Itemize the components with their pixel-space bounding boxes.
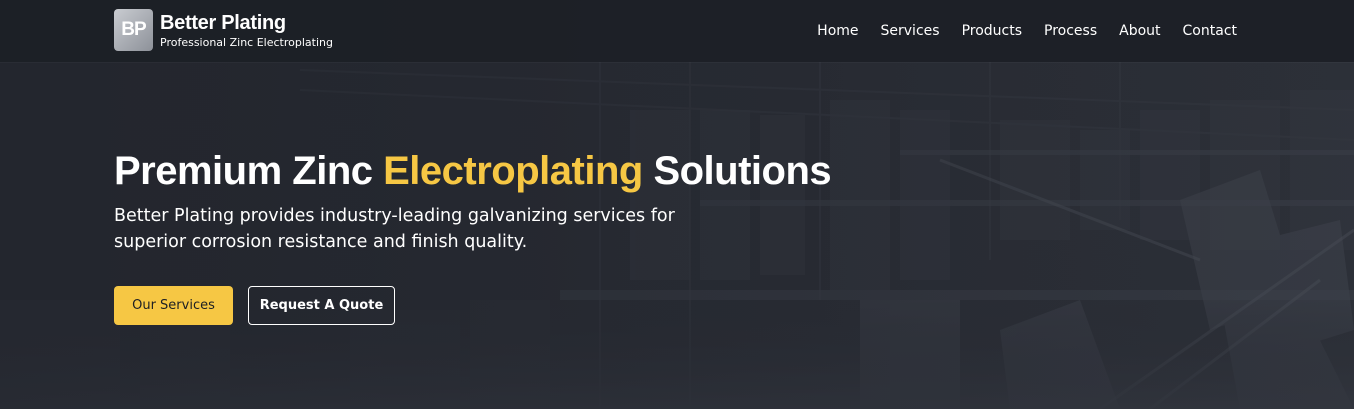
nav-item-home[interactable]: Home xyxy=(817,21,858,41)
nav-item-contact[interactable]: Contact xyxy=(1183,21,1237,41)
hero-cta-row: Our Services Request A Quote xyxy=(114,286,395,325)
site-header: BP Better Plating Professional Zinc Elec… xyxy=(0,0,1354,62)
brand-logo-link[interactable]: BP Better Plating Professional Zinc Elec… xyxy=(114,9,333,51)
nav-item-services[interactable]: Services xyxy=(881,21,940,41)
brand-tagline: Professional Zinc Electroplating xyxy=(160,35,333,49)
hero-subtitle: Better Plating provides industry-leading… xyxy=(114,206,675,252)
nav-item-about[interactable]: About xyxy=(1119,21,1160,41)
request-quote-button[interactable]: Request A Quote xyxy=(248,286,395,325)
our-services-button[interactable]: Our Services xyxy=(114,286,233,325)
hero-title-end: Solutions xyxy=(642,149,832,193)
hero-title: Premium Zinc Electroplating Solutions xyxy=(114,146,834,196)
nav-item-products[interactable]: Products xyxy=(962,21,1022,41)
main-nav: Home Services Products Process About Con… xyxy=(795,21,1237,41)
brand-name: Better Plating xyxy=(160,11,286,34)
nav-item-process[interactable]: Process xyxy=(1044,21,1097,41)
hero-title-start: Premium Zinc xyxy=(114,149,384,193)
hero-content: Premium Zinc Electroplating Solutions Be… xyxy=(114,146,834,255)
logo-badge: BP xyxy=(114,9,153,51)
brand-text: Better Plating Professional Zinc Electro… xyxy=(160,11,333,50)
page: BP Better Plating Professional Zinc Elec… xyxy=(0,0,1354,409)
hero-title-accent: Electroplating xyxy=(383,149,643,193)
logo-initials: BP xyxy=(121,19,146,40)
